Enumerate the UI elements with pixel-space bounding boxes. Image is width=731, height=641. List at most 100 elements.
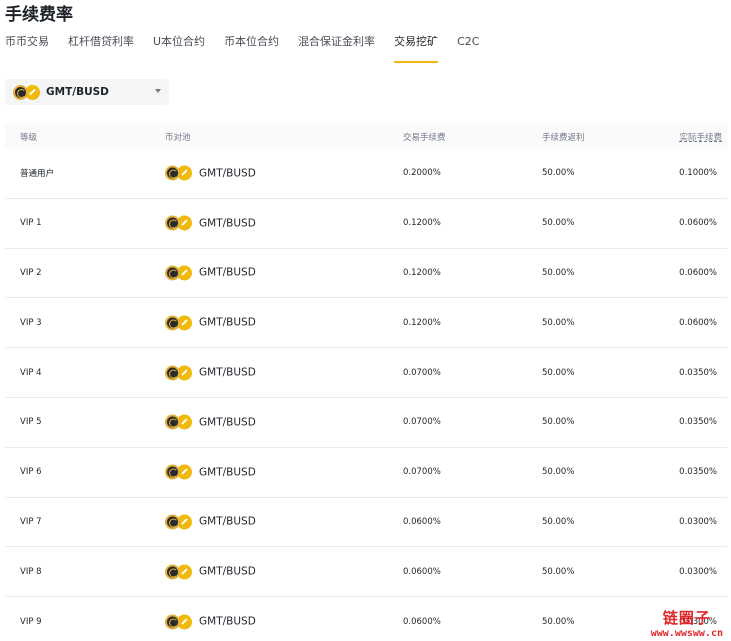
cell-actual-fee: 0.0350%: [679, 417, 717, 428]
pair-selector[interactable]: GMT/BUSD: [5, 79, 169, 105]
cell-level: VIP 8: [20, 566, 42, 577]
table-row: VIP 7 GMT/BUSD 0.0600% 50.00% 0.0300%: [5, 498, 727, 548]
cell-pair: GMT/BUSD: [165, 265, 256, 281]
pair-name: GMT/BUSD: [199, 416, 256, 429]
cell-fee: 0.0700%: [403, 367, 441, 378]
header-pair: 币对池: [165, 133, 191, 143]
cell-rebate: 50.00%: [542, 168, 575, 179]
header-fee: 交易手续费: [403, 133, 446, 143]
cell-fee: 0.0700%: [403, 467, 441, 478]
cell-rebate: 50.00%: [542, 516, 575, 527]
cell-level: VIP 9: [20, 616, 42, 627]
cell-actual-fee: 0.0300%: [679, 516, 717, 527]
cell-level: 普通用户: [20, 169, 55, 180]
pair-name: GMT/BUSD: [199, 217, 256, 230]
table-row: VIP 3 GMT/BUSD 0.1200% 50.00% 0.0600%: [5, 298, 727, 349]
tab-trade-mining[interactable]: 交易挖矿: [394, 34, 439, 63]
cell-fee: 0.0600%: [403, 516, 441, 527]
table-row: VIP 9 GMT/BUSD 0.0600% 50.00% 0.0300%: [5, 597, 727, 641]
gmt-coin-icon: [13, 84, 28, 100]
table-header: 等级 币对池 交易手续费 手续费返利 实际手续费: [5, 123, 727, 149]
tab-margin-rate[interactable]: 杠杆借贷利率: [68, 34, 134, 63]
pair-name: GMT/BUSD: [199, 366, 256, 379]
header-actual-fee[interactable]: 实际手续费: [679, 131, 722, 143]
gmt-coin-icon: [165, 414, 180, 430]
cell-rebate: 50.00%: [542, 317, 575, 328]
table-row: VIP 1 GMT/BUSD 0.1200% 50.00% 0.0600%: [5, 199, 727, 249]
cell-rebate: 50.00%: [542, 467, 575, 478]
pair-name: GMT/BUSD: [199, 266, 256, 279]
cell-fee: 0.0600%: [403, 616, 441, 627]
cell-rebate: 50.00%: [542, 267, 575, 278]
gmt-coin-icon: [165, 365, 180, 381]
pair-icon: [165, 315, 193, 331]
tab-c2c[interactable]: C2C: [457, 34, 479, 63]
watermark: 链圈子 www.wwsww.cn: [651, 607, 723, 639]
pair-name: GMT/BUSD: [199, 515, 256, 528]
pair-icon: [165, 365, 193, 381]
table-row: VIP 8 GMT/BUSD 0.0600% 50.00% 0.0300%: [5, 547, 727, 598]
gmt-coin-icon: [165, 564, 180, 580]
cell-actual-fee: 0.0300%: [679, 566, 717, 577]
cell-fee: 0.2000%: [403, 168, 441, 179]
gmt-coin-icon: [165, 265, 180, 281]
cell-pair: GMT/BUSD: [165, 414, 256, 430]
pair-name: GMT/BUSD: [199, 466, 256, 479]
chevron-down-icon[interactable]: [155, 89, 161, 93]
table-row: VIP 5 GMT/BUSD 0.0700% 50.00% 0.0350%: [5, 398, 727, 448]
fee-table: 普通用户 GMT/BUSD 0.2000% 50.00% 0.1000% VIP…: [5, 149, 727, 641]
page-title: 手续费率: [5, 5, 73, 25]
table-row: VIP 2 GMT/BUSD 0.1200% 50.00% 0.0600%: [5, 249, 727, 299]
cell-pair: GMT/BUSD: [165, 464, 256, 480]
cell-pair: GMT/BUSD: [165, 564, 256, 580]
cell-pair: GMT/BUSD: [165, 215, 256, 231]
tab-bar: 币币交易 杠杆借贷利率 U本位合约 币本位合约 混合保证金利率 交易挖矿 C2C: [5, 34, 498, 63]
cell-actual-fee: 0.0600%: [679, 317, 717, 328]
cell-level: VIP 2: [20, 267, 42, 278]
gmt-coin-icon: [165, 215, 180, 231]
gmt-coin-icon: [165, 464, 180, 480]
pair-name: GMT/BUSD: [199, 565, 256, 578]
cell-rebate: 50.00%: [542, 367, 575, 378]
cell-level: VIP 5: [20, 417, 42, 428]
cell-actual-fee: 0.0600%: [679, 267, 717, 278]
pair-name: GMT/BUSD: [199, 316, 256, 329]
gmt-coin-icon: [165, 614, 180, 630]
cell-level: VIP 1: [20, 218, 42, 229]
table-row: VIP 6 GMT/BUSD 0.0700% 50.00% 0.0350%: [5, 448, 727, 498]
header-level: 等级: [20, 133, 38, 143]
cell-rebate: 50.00%: [542, 218, 575, 229]
cell-actual-fee: 0.1000%: [679, 168, 717, 179]
cell-actual-fee: 0.0600%: [679, 218, 717, 229]
cell-level: VIP 3: [20, 317, 42, 328]
pair-icon: [165, 464, 193, 480]
tab-coinm-futures[interactable]: 币本位合约: [224, 34, 279, 63]
watermark-logo-text: 链圈子: [662, 609, 711, 627]
cell-fee: 0.1200%: [403, 218, 441, 229]
tab-spot[interactable]: 币币交易: [5, 34, 49, 63]
cell-level: VIP 4: [20, 367, 42, 378]
cell-fee: 0.0600%: [403, 566, 441, 577]
cell-fee: 0.1200%: [403, 317, 441, 328]
cell-level: VIP 6: [20, 467, 42, 478]
pair-icon: [165, 265, 193, 281]
cell-rebate: 50.00%: [542, 566, 575, 577]
cell-fee: 0.1200%: [403, 267, 441, 278]
pair-icon: [13, 84, 41, 100]
watermark-url: www.wwsww.cn: [650, 628, 723, 639]
cell-pair: GMT/BUSD: [165, 165, 256, 181]
cell-pair: GMT/BUSD: [165, 315, 256, 331]
header-rebate: 手续费返利: [542, 133, 585, 143]
gmt-coin-icon: [165, 315, 180, 331]
pair-icon: [165, 414, 193, 430]
pair-icon: [165, 614, 193, 630]
tab-usdm-futures[interactable]: U本位合约: [153, 34, 205, 63]
pair-name: GMT/BUSD: [199, 167, 256, 180]
cell-actual-fee: 0.0350%: [679, 367, 717, 378]
pair-icon: [165, 514, 193, 530]
tab-hybrid-margin[interactable]: 混合保证金利率: [298, 34, 375, 63]
cell-pair: GMT/BUSD: [165, 365, 256, 381]
pair-name: GMT/BUSD: [199, 615, 256, 628]
cell-level: VIP 7: [20, 516, 42, 527]
cell-rebate: 50.00%: [542, 417, 575, 428]
